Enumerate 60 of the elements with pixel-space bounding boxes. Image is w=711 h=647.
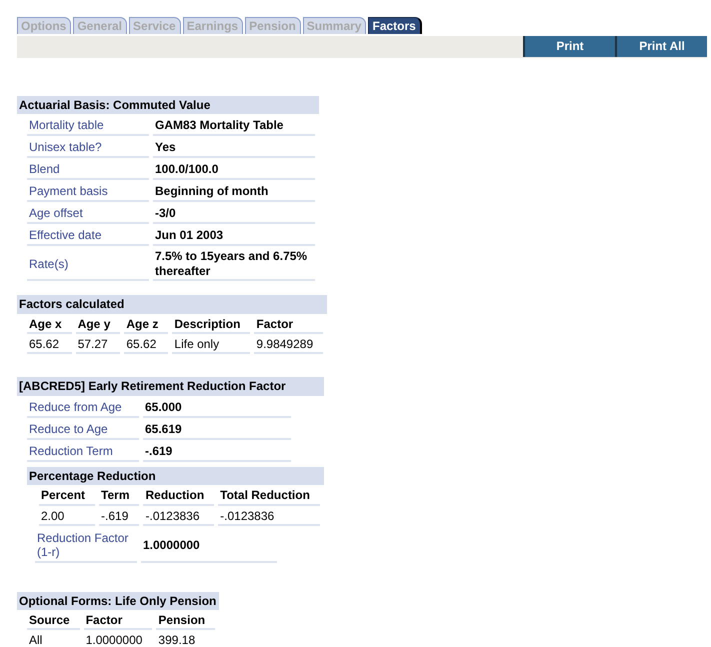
table-cell: Life only [172, 336, 250, 354]
column-header: Factor [84, 612, 152, 630]
field-label: Reduction Term [27, 442, 139, 462]
table-cell: 2.00 [39, 508, 96, 526]
column-header: Reduction [143, 487, 214, 506]
column-header: Pension [156, 612, 216, 630]
field-value: 7.5% to 15years and 6.75% thereafter [153, 248, 315, 282]
table-cell: All [27, 632, 80, 647]
field-label: Blend [27, 160, 149, 180]
field-label: Reduce to Age [27, 420, 139, 440]
field-value: GAM83 Mortality Table [153, 116, 315, 136]
table-cell: 9.9849289 [254, 336, 324, 354]
table-cell: 1.0000000 [84, 632, 152, 647]
tab[interactable]: Earnings [182, 17, 244, 34]
table-cell: 65.62 [124, 336, 168, 354]
field-value: Yes [153, 138, 315, 158]
table-cell: 57.27 [76, 336, 120, 354]
field-label: Rate(s) [27, 248, 149, 282]
field-value: Beginning of month [153, 182, 315, 202]
table-cell: -.0123836 [218, 508, 320, 526]
column-header: Term [99, 487, 140, 506]
table-cell: 399.18 [156, 632, 216, 647]
field-value: Jun 01 2003 [153, 226, 315, 246]
field-label: Age offset [27, 204, 149, 224]
field-label: Unisex table? [27, 138, 149, 158]
field-value: 65.000 [143, 398, 291, 418]
column-header: Total Reduction [218, 487, 320, 506]
section-header: Factors calculated [17, 295, 328, 314]
column-header: Age x [27, 316, 72, 334]
field-label: Payment basis [27, 182, 149, 202]
field-label: Reduce from Age [27, 398, 139, 418]
tab[interactable]: Service [129, 17, 181, 34]
field-value: 1.0000000 [141, 530, 277, 563]
field-value: 100.0/100.0 [153, 160, 315, 180]
column-header: Description [172, 316, 250, 334]
column-header: Factor [254, 316, 324, 334]
field-value: 65.619 [143, 420, 291, 440]
field-label: Mortality table [27, 116, 149, 136]
column-header: Age z [124, 316, 168, 334]
column-header: Percent [39, 487, 96, 506]
field-label: Reduction Factor (1-r) [35, 530, 137, 563]
column-header: Source [27, 612, 80, 630]
section-header: Percentage Reduction [27, 466, 324, 486]
section-header: Optional Forms: Life Only Pension [17, 592, 220, 610]
tab[interactable]: Factors [368, 17, 422, 34]
table-cell: 65.62 [27, 336, 72, 354]
tab[interactable]: General [73, 17, 128, 34]
print-button[interactable]: Print [523, 36, 615, 57]
tab[interactable]: Summary [302, 17, 366, 34]
field-value: -3/0 [153, 204, 315, 224]
print-button[interactable]: Print All [615, 36, 707, 57]
table-cell: -.0123836 [143, 508, 214, 526]
field-value: -.619 [143, 442, 291, 462]
table-cell: -.619 [99, 508, 140, 526]
section-header: Actuarial Basis: Commuted Value [17, 96, 319, 114]
section-header: [ABCRED5] Early Retirement Reduction Factor [17, 377, 324, 396]
field-label: Effective date [27, 226, 149, 246]
column-header: Age y [76, 316, 120, 334]
tab[interactable]: Pension [245, 17, 301, 34]
tab[interactable]: Options [17, 17, 72, 34]
